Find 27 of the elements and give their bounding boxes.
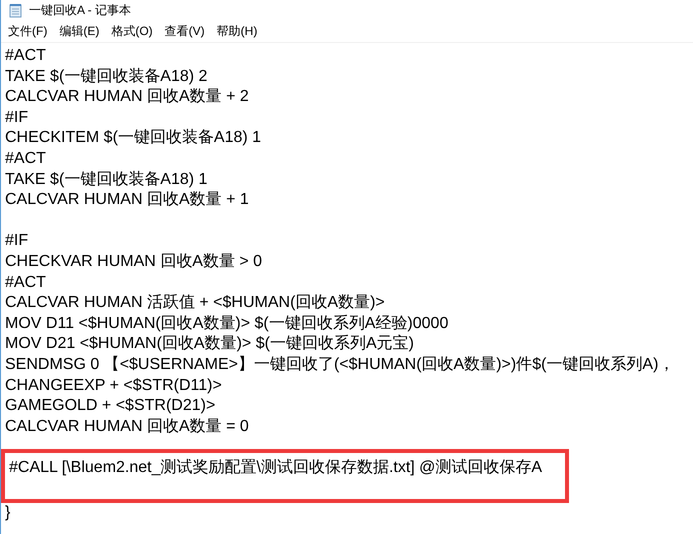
code-line: #ACT [5,46,47,66]
code-line: MOV D11 <$HUMAN(回收A数量)> $(一键回收系列A经验)0000 [5,314,450,334]
code-line: CHECKITEM $(一键回收装备A18) 1 [5,128,262,148]
code-line: SENDMSG 0 【<$USERNAME>】一键回收了(<$HUMAN(回收A数量)>)件$(一键回收系列A)， [5,354,676,375]
code-line: TAKE $(一键回收装备A18) 1 [5,170,208,190]
notepad-icon [9,2,23,18]
code-line: #ACT [5,272,47,293]
menu-item[interactable]: 查看(V) [160,22,212,40]
code-line: #ACT [5,148,47,169]
code-line: CALCVAR HUMAN 回收A数量 + 1 [5,190,250,210]
window-title: 一键回收A - 记事本 [29,2,132,18]
code-line: #CALL [\Bluem2.net_测试奖励配置\测试回收保存数据.txt] @测试回收保存A [9,458,544,478]
menu-item[interactable]: 编辑(E) [54,22,106,40]
code-line: MOV D21 <$HUMAN(回收A数量)> $(一键回收系列A元宝) [5,334,415,354]
code-line: } [5,503,12,524]
menu-item[interactable]: 格式(O) [106,22,160,40]
code-line: CALCVAR HUMAN 回收A数量 + 2 [5,87,250,108]
menu-item[interactable]: 文件(F) [3,22,54,40]
code-line: CALCVAR HUMAN 回收A数量 = 0 [5,416,250,437]
code-line: TAKE $(一键回收装备A18) 2 [5,66,208,87]
code-line: #IF [5,108,30,128]
code-line: CHANGEEXP + <$STR(D11)> [5,376,223,396]
code-line: CALCVAR HUMAN 活跃值 + <$HUMAN(回收A数量)> [5,293,386,314]
code-line: #IF [5,231,30,252]
menu-item[interactable]: 帮助(H) [212,22,264,40]
code-line: CHECKVAR HUMAN 回收A数量 > 0 [5,252,264,272]
code-line: GAMEGOLD + <$STR(D21)> [5,396,216,416]
